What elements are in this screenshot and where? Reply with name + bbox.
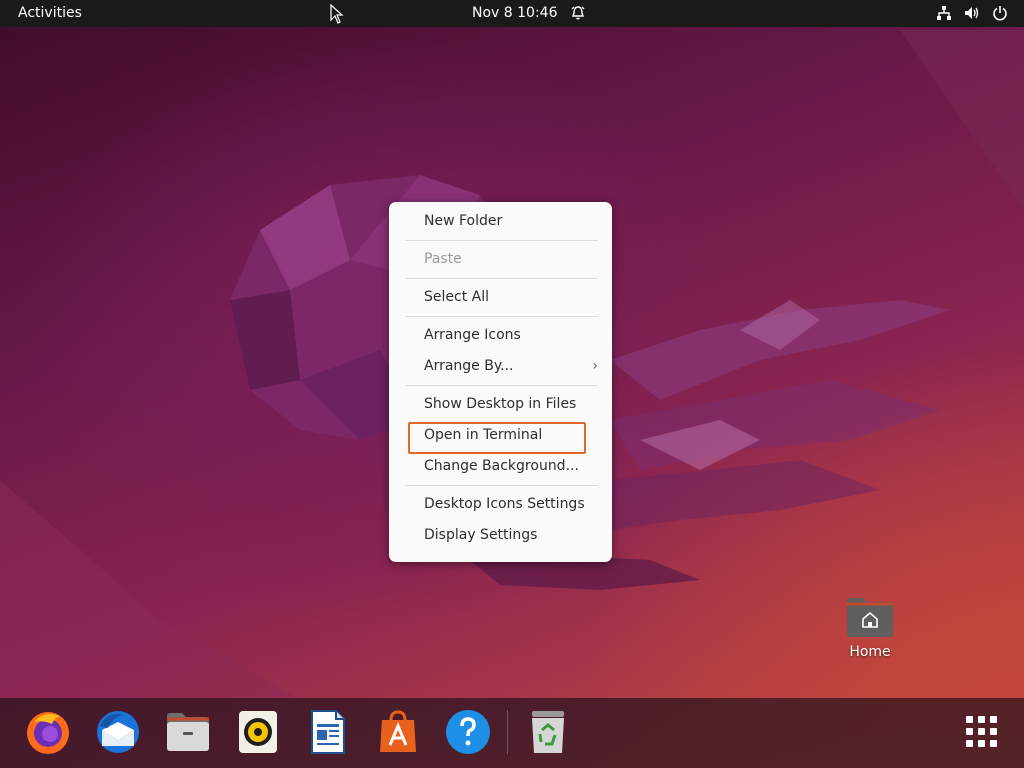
dock bbox=[0, 698, 1024, 768]
trash-icon[interactable] bbox=[524, 708, 572, 756]
menu-item-new-folder[interactable]: New Folder bbox=[389, 206, 612, 237]
menu-item-arrange-by-label: Arrange By... bbox=[424, 358, 514, 374]
power-icon[interactable] bbox=[992, 5, 1008, 21]
libreoffice-writer-icon[interactable] bbox=[304, 708, 352, 756]
highlight-annotation-box bbox=[408, 422, 586, 454]
home-folder-icon[interactable] bbox=[845, 596, 895, 638]
menu-separator bbox=[405, 240, 598, 241]
top-bar: Activities Nov 8 10:46 bbox=[0, 0, 1024, 27]
menu-item-paste: Paste bbox=[424, 251, 462, 267]
menu-separator bbox=[405, 278, 598, 279]
menu-item-display-settings[interactable]: Display Settings bbox=[389, 520, 612, 551]
alarm-bell-icon[interactable] bbox=[570, 5, 586, 21]
menu-item-arrange-icons[interactable]: Arrange Icons bbox=[389, 320, 612, 351]
menu-item-select-all[interactable]: Select All bbox=[389, 282, 612, 313]
chevron-right-icon: › bbox=[592, 358, 598, 374]
menu-item-show-desktop-in-files[interactable]: Show Desktop in Files bbox=[389, 389, 612, 420]
files-icon[interactable] bbox=[164, 708, 212, 756]
volume-icon[interactable] bbox=[964, 5, 980, 21]
show-applications-icon[interactable] bbox=[964, 714, 1000, 750]
system-tray[interactable] bbox=[936, 5, 1008, 21]
thunderbird-icon[interactable] bbox=[94, 708, 142, 756]
help-icon[interactable] bbox=[444, 708, 492, 756]
dock-separator bbox=[507, 710, 508, 754]
activities-button[interactable]: Activities bbox=[18, 5, 82, 21]
desktop-context-menu: New Folder Paste Select All Arrange Icon… bbox=[389, 202, 612, 562]
mouse-cursor-icon bbox=[330, 4, 344, 24]
firefox-icon[interactable] bbox=[24, 708, 72, 756]
network-icon[interactable] bbox=[936, 5, 952, 21]
menu-item-change-background[interactable]: Change Background... bbox=[389, 451, 612, 482]
rhythmbox-icon[interactable] bbox=[234, 708, 282, 756]
clock[interactable]: Nov 8 10:46 bbox=[472, 5, 557, 21]
menu-separator bbox=[405, 485, 598, 486]
menu-separator bbox=[405, 316, 598, 317]
menu-item-desktop-icons-settings[interactable]: Desktop Icons Settings bbox=[389, 489, 612, 520]
menu-item-open-in-terminal[interactable]: Open in Terminal bbox=[389, 420, 612, 454]
menu-item-arrange-by[interactable]: Arrange By... › bbox=[389, 351, 612, 382]
app-center-icon[interactable] bbox=[374, 708, 422, 756]
menu-separator bbox=[405, 385, 598, 386]
home-folder-label[interactable]: Home bbox=[830, 644, 910, 660]
